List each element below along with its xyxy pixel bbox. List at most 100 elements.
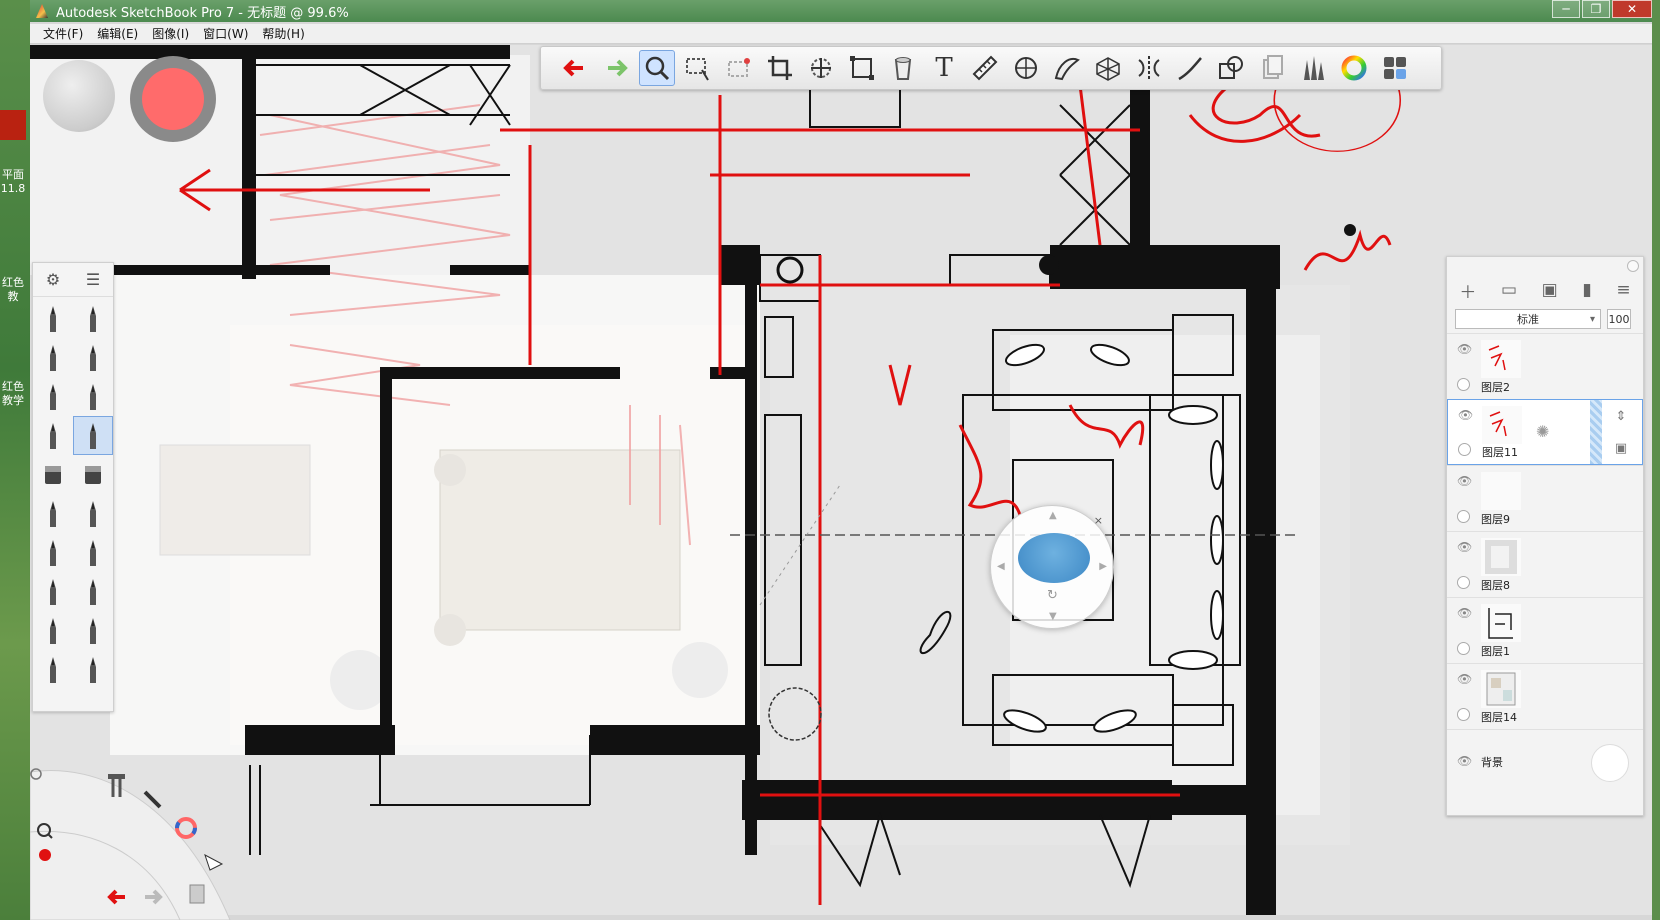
copic-icon[interactable] xyxy=(1254,50,1290,86)
technical-pen-brush[interactable] xyxy=(73,299,113,338)
eye-icon[interactable]: 👁 xyxy=(1457,540,1472,554)
fine-pencil-brush[interactable] xyxy=(73,377,113,416)
chisel-fine-brush[interactable] xyxy=(73,533,113,572)
layer-item[interactable]: 👁 图层1 xyxy=(1447,597,1643,663)
color-wheel-icon[interactable] xyxy=(1336,50,1372,86)
ellipse-icon[interactable] xyxy=(1008,50,1044,86)
large-brush[interactable] xyxy=(33,650,73,689)
background-color-swatch[interactable] xyxy=(1591,744,1629,782)
pencil-brush[interactable] xyxy=(33,299,73,338)
round-paint-brush[interactable] xyxy=(33,611,73,650)
shapes-icon[interactable] xyxy=(1213,50,1249,86)
layer-item[interactable]: 👁 图层14 xyxy=(1447,663,1643,729)
menu-image[interactable]: 图像(I) xyxy=(145,25,196,42)
layer-name: 图层8 xyxy=(1481,579,1510,592)
stroke-icon[interactable] xyxy=(1172,50,1208,86)
rotate-icon[interactable]: ↻ xyxy=(1047,588,1058,603)
select-icon[interactable] xyxy=(680,50,716,86)
grid-view-icon[interactable] xyxy=(1377,50,1413,86)
eraser-soft-brush[interactable] xyxy=(73,455,113,494)
airbrush-fine-brush[interactable] xyxy=(73,494,113,533)
layer-name: 图层1 xyxy=(1481,645,1510,658)
eraser-hard-brush[interactable] xyxy=(33,455,73,494)
layer-item[interactable]: 👁 图层8 xyxy=(1447,531,1643,597)
background-layer[interactable]: 👁 背景 xyxy=(1447,729,1643,795)
layer-radio[interactable] xyxy=(1457,642,1470,655)
flat-paint-brush[interactable] xyxy=(73,611,113,650)
floor-plan-drawing xyxy=(30,45,1652,915)
layer-panel-close-icon[interactable] xyxy=(1627,260,1639,272)
layer-radio[interactable] xyxy=(1457,378,1470,391)
fill-brush[interactable] xyxy=(73,572,113,611)
ruler-icon[interactable] xyxy=(967,50,1003,86)
chisel-brush[interactable] xyxy=(33,533,73,572)
felt-pen-brush[interactable] xyxy=(73,338,113,377)
eye-icon[interactable]: 👁 xyxy=(1457,672,1472,686)
maximize-button[interactable]: ❐ xyxy=(1582,0,1610,18)
opacity-field[interactable]: 100 xyxy=(1607,309,1631,329)
fan-brush[interactable] xyxy=(73,650,113,689)
menu-edit[interactable]: 编辑(E) xyxy=(90,25,145,42)
ink-pen-brush[interactable] xyxy=(73,416,113,455)
menu-window[interactable]: 窗口(W) xyxy=(196,25,255,42)
window-controls: ─ ❐ ✕ xyxy=(1550,0,1652,18)
layer-radio[interactable] xyxy=(1457,576,1470,589)
transform-icon[interactable] xyxy=(803,50,839,86)
select-magic-icon[interactable] xyxy=(721,50,757,86)
menu-file[interactable]: 文件(F) xyxy=(36,25,90,42)
pen-brush[interactable] xyxy=(33,416,73,455)
desktop-label: 11.8 xyxy=(0,182,26,195)
perspective-icon[interactable] xyxy=(1090,50,1126,86)
image-icon[interactable]: ▣ xyxy=(1542,280,1558,300)
lagoon-color-dot[interactable] xyxy=(39,849,51,861)
lagoon-copy-icon[interactable] xyxy=(189,884,205,904)
brush-list-icon[interactable]: ☰ xyxy=(86,270,100,289)
lagoon-select-icon[interactable] xyxy=(204,853,224,871)
layer-radio[interactable] xyxy=(1458,443,1471,456)
zoom-core[interactable] xyxy=(1018,533,1090,583)
zoom-rotate-puck[interactable]: × ▲ ◀ ▶ ▼ ↻ xyxy=(990,505,1114,629)
crop-icon[interactable] xyxy=(762,50,798,86)
redo-icon[interactable] xyxy=(598,50,634,86)
layer-item[interactable]: 👁 图层2 xyxy=(1447,333,1643,399)
ballpoint-brush[interactable] xyxy=(33,377,73,416)
blend-mode-select[interactable]: 标准 xyxy=(1455,309,1601,329)
menu-help[interactable]: 帮助(H) xyxy=(255,25,311,42)
puck-close-icon[interactable]: × xyxy=(1094,514,1103,527)
brush-properties-icon[interactable]: ⚙ xyxy=(46,270,60,289)
fill-bucket-icon[interactable] xyxy=(885,50,921,86)
minimize-button[interactable]: ─ xyxy=(1552,0,1580,18)
marker-brush[interactable] xyxy=(33,338,73,377)
brush-library-icon[interactable] xyxy=(1295,50,1331,86)
symmetry-icon[interactable] xyxy=(1131,50,1167,86)
color-puck[interactable] xyxy=(130,56,216,142)
eye-icon[interactable]: 👁 xyxy=(1457,754,1472,768)
layer-radio[interactable] xyxy=(1457,510,1470,523)
folder-icon[interactable]: ▭ xyxy=(1501,280,1517,300)
airbrush-brush[interactable] xyxy=(33,494,73,533)
layer-thumbnail xyxy=(1481,670,1521,708)
distort-icon[interactable] xyxy=(844,50,880,86)
eye-icon[interactable]: 👁 xyxy=(1457,474,1472,488)
zoom-icon[interactable] xyxy=(639,50,675,86)
layer-lock-icon[interactable]: ▣ xyxy=(1615,441,1627,456)
loading-spinner-icon: ✺ xyxy=(1536,422,1550,441)
marker-thick-brush[interactable] xyxy=(33,572,73,611)
layer-radio[interactable] xyxy=(1457,708,1470,721)
french-curve-icon[interactable] xyxy=(1049,50,1085,86)
layer-item[interactable]: 👁 图层11 ⇕ ▣ ✺ xyxy=(1447,399,1643,465)
menu-icon[interactable]: ≡ xyxy=(1616,280,1630,300)
undo-icon[interactable] xyxy=(557,50,593,86)
drawing-canvas[interactable] xyxy=(30,45,1652,915)
eye-icon[interactable]: 👁 xyxy=(1457,606,1472,620)
eye-icon[interactable]: 👁 xyxy=(1458,408,1473,422)
lagoon-color-icon[interactable] xyxy=(175,817,197,839)
close-button[interactable]: ✕ xyxy=(1612,0,1652,18)
eye-icon[interactable]: 👁 xyxy=(1457,342,1472,356)
brush-puck[interactable] xyxy=(43,60,115,132)
lock-icon[interactable]: ▮ xyxy=(1582,280,1591,300)
move-layer-icon[interactable]: ⇕ xyxy=(1616,409,1627,424)
add-layer-icon[interactable]: ＋ xyxy=(1459,278,1476,303)
text-icon[interactable]: T xyxy=(926,50,962,86)
layer-item[interactable]: 👁 图层9 xyxy=(1447,465,1643,531)
